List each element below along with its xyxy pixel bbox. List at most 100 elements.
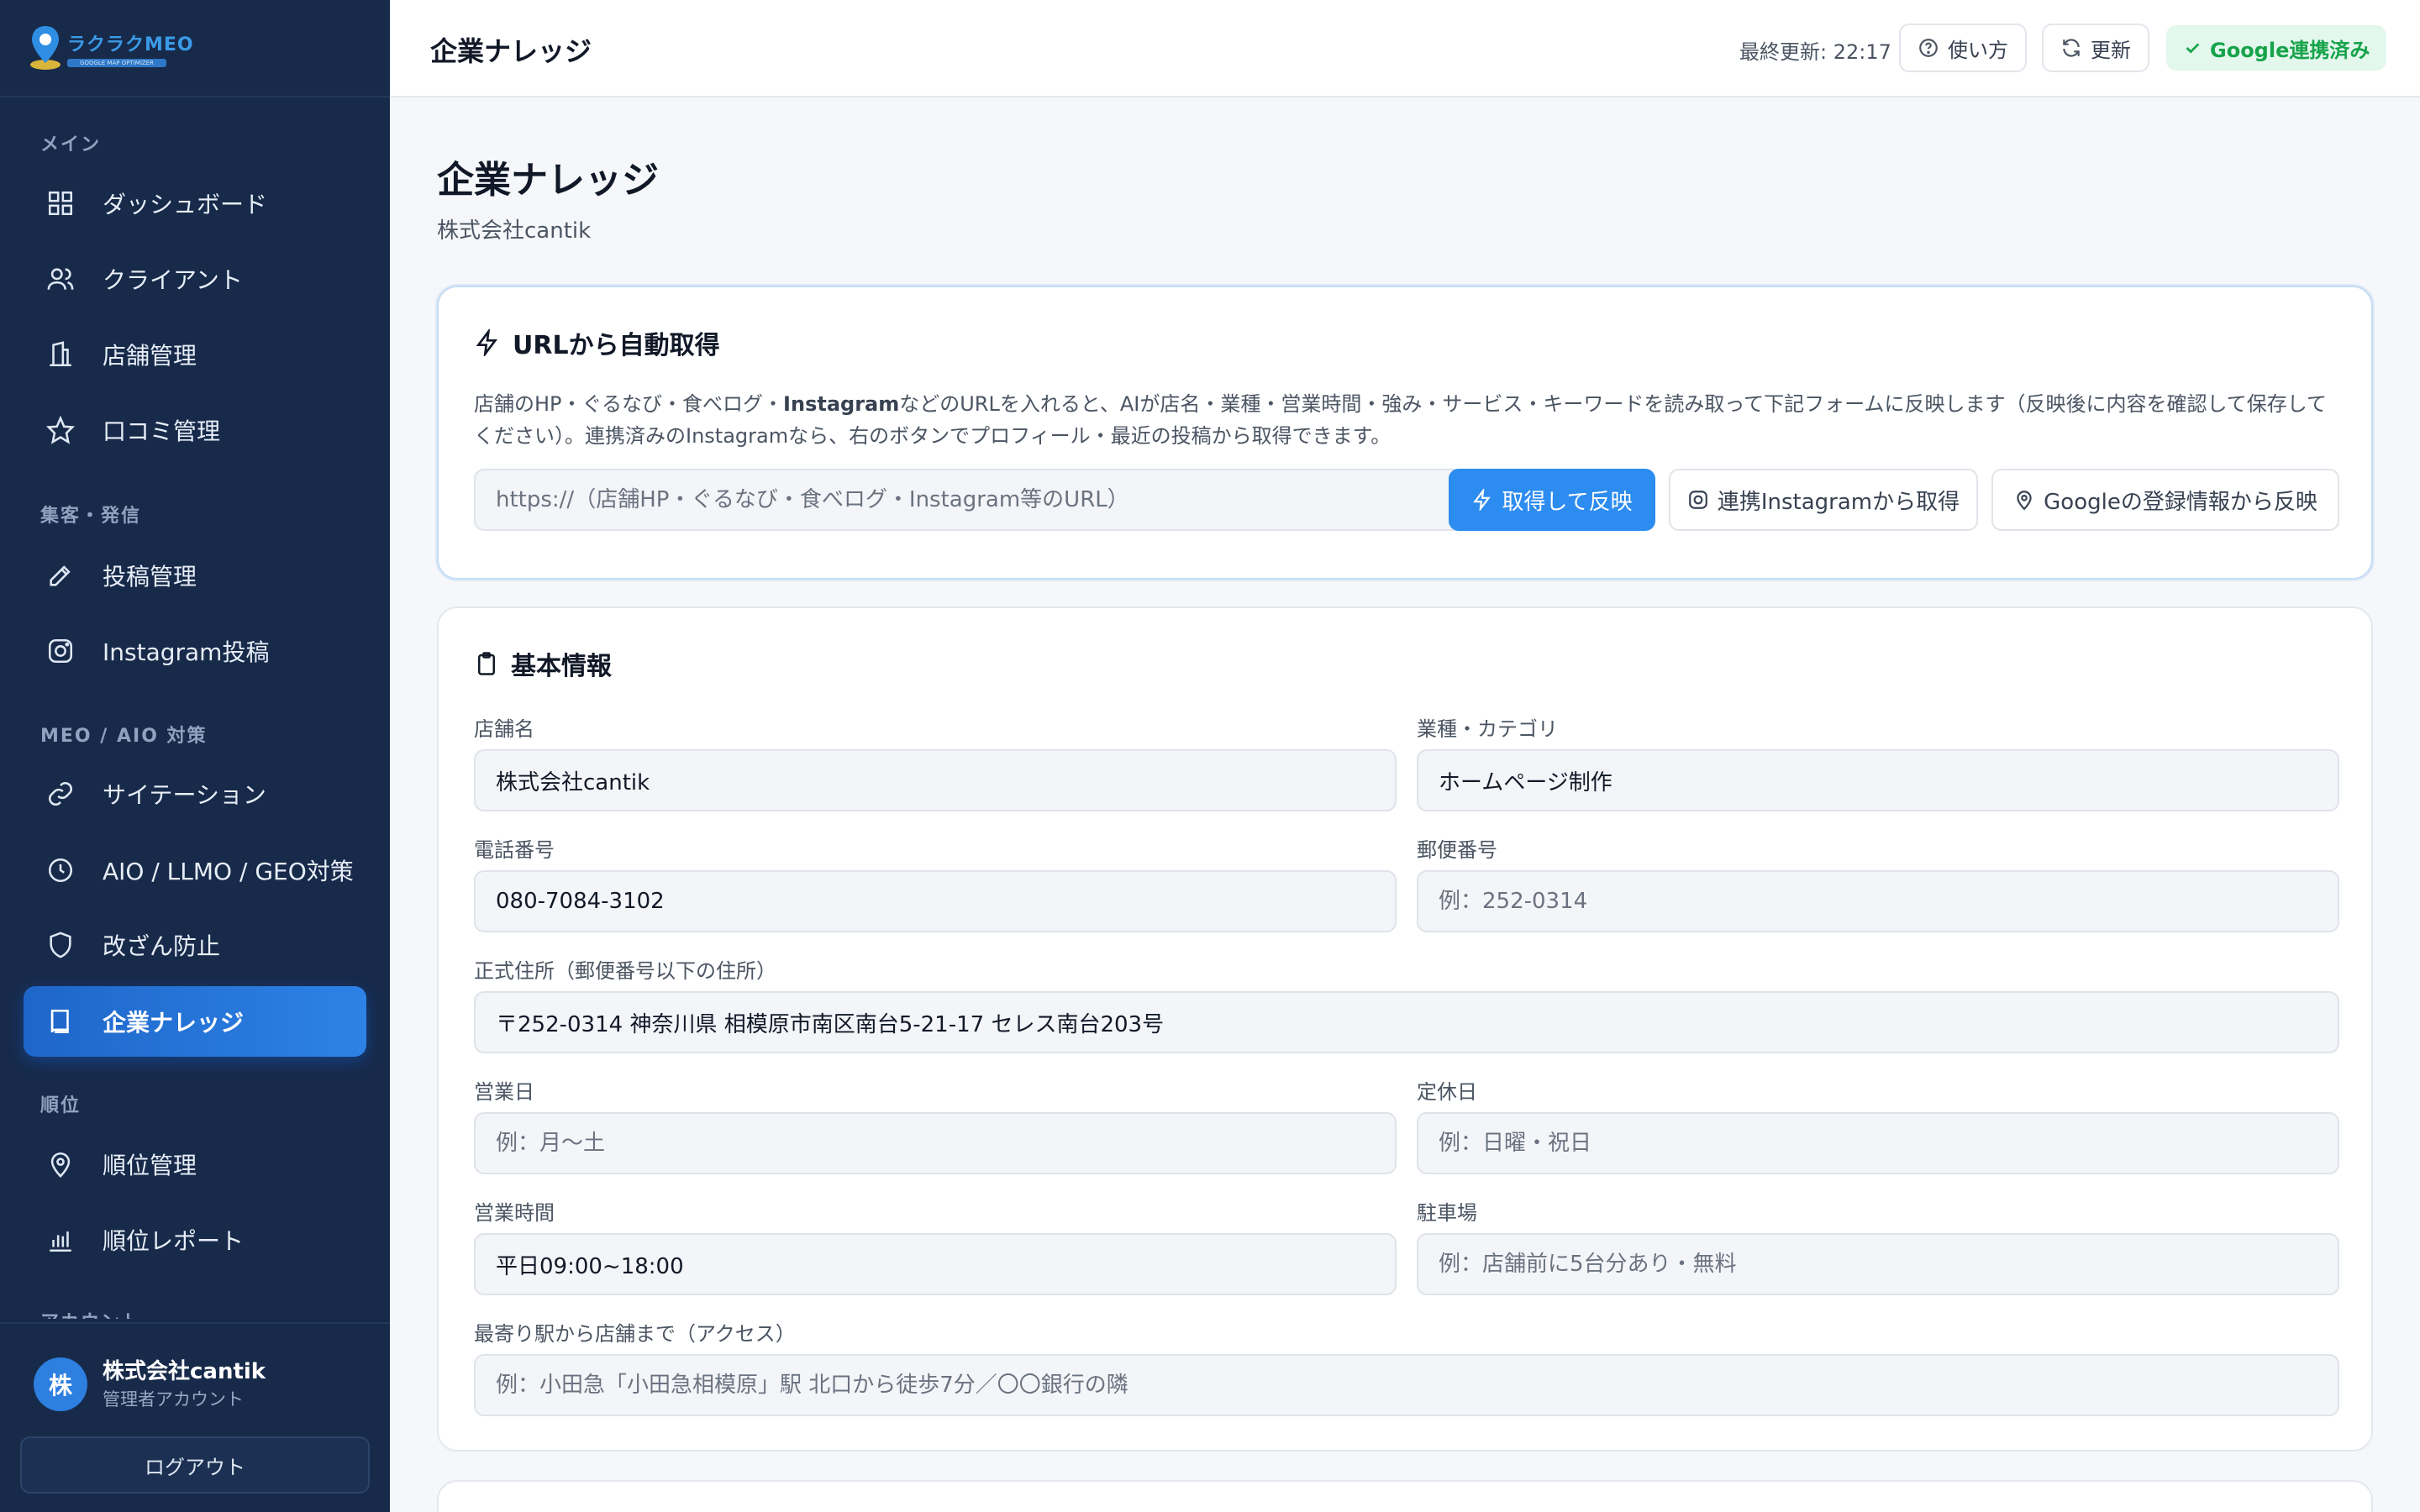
basic-info-title: 基本情報 xyxy=(474,645,612,682)
sidebar-item-label: クライアント xyxy=(103,266,243,294)
url-input[interactable] xyxy=(474,469,1469,531)
sidebar-item-rank-report[interactable]: 順位レポート xyxy=(24,1205,366,1275)
sidebar-item-rank-management[interactable]: 順位管理 xyxy=(24,1129,366,1200)
nav-section-meo: MEO / AIO 対策 xyxy=(40,726,208,747)
phone-label: 電話番号 xyxy=(474,838,555,862)
closed-days-input[interactable] xyxy=(1417,1112,2339,1174)
header-title: 企業ナレッジ xyxy=(430,35,592,67)
basic-info-card: 基本情報 店舗名 業種・カテゴリ 電話番号 郵便番号 正式住所（郵便番号以下の住… xyxy=(437,606,2373,1452)
refresh-button[interactable]: 更新 xyxy=(2042,24,2149,72)
category-input[interactable] xyxy=(1417,749,2339,811)
sidebar-item-label: 改ざん防止 xyxy=(103,932,221,960)
sidebar-item-label: Instagram投稿 xyxy=(103,638,270,666)
page-subtitle: 株式会社cantik xyxy=(437,218,592,244)
brand-logo[interactable]: ラクラクMEO GOOGLE MAP OPTIMIZER xyxy=(0,0,390,97)
shield-icon xyxy=(44,928,77,962)
last-updated: 最終更新: 22:17 xyxy=(1739,40,1891,64)
sidebar-item-label: AIO / LLMO / GEO対策 xyxy=(103,858,354,885)
fetch-apply-button[interactable]: 取得して反映 xyxy=(1449,469,1655,531)
sidebar-item-aio[interactable]: AIO / LLMO / GEO対策 xyxy=(24,835,366,906)
instagram-icon xyxy=(44,634,77,668)
sidebar-item-citation[interactable]: サイテーション xyxy=(24,759,366,829)
logout-button[interactable]: ログアウト xyxy=(20,1436,370,1494)
page-title: 企業ナレッジ xyxy=(437,159,659,202)
category-label: 業種・カテゴリ xyxy=(1417,717,1558,741)
google-fetch-button[interactable]: Googleの登録情報から反映 xyxy=(1991,469,2339,531)
address-input[interactable] xyxy=(474,991,2339,1053)
phone-input[interactable] xyxy=(474,870,1397,932)
help-circle-icon xyxy=(1919,39,1938,57)
star-icon xyxy=(44,413,77,447)
desc-part: 店舗のHP・ぐるなび・食べログ・ xyxy=(474,392,784,416)
user-role: 管理者アカウント xyxy=(103,1389,244,1410)
nav-section-account: アカウント xyxy=(40,1307,141,1319)
google-fetch-label: Googleの登録情報から反映 xyxy=(2044,489,2317,515)
fetch-apply-label: 取得して反映 xyxy=(1502,489,1633,515)
next-section-card xyxy=(437,1480,2373,1512)
lightning-icon xyxy=(476,329,497,356)
parking-label: 駐車場 xyxy=(1417,1201,1477,1225)
sidebar-item-label: 店舗管理 xyxy=(103,342,197,370)
open-days-input[interactable] xyxy=(474,1112,1397,1174)
sidebar-item-label: 順位管理 xyxy=(103,1152,197,1179)
sidebar-item-reviews[interactable]: 口コミ管理 xyxy=(24,395,366,465)
sidebar-item-instagram[interactable]: Instagram投稿 xyxy=(24,616,366,686)
user-name: 株式会社cantik xyxy=(103,1359,266,1384)
parking-input[interactable] xyxy=(1417,1233,2339,1295)
closed-days-label: 定休日 xyxy=(1417,1080,1477,1104)
sidebar-item-label: 投稿管理 xyxy=(103,563,197,591)
desc-bold: Instagram xyxy=(783,392,900,416)
auto-fetch-description: 店舗のHP・ぐるなび・食べログ・InstagramなどのURLを入れると、AIが… xyxy=(474,388,2339,452)
users-icon xyxy=(44,262,77,296)
sidebar-item-label: ダッシュボード xyxy=(103,191,268,218)
auto-fetch-card: URLから自動取得 店舗のHP・ぐるなび・食べログ・InstagramなどのUR… xyxy=(437,286,2373,580)
google-connected-badge: Google連携済み xyxy=(2166,25,2387,71)
refresh-label: 更新 xyxy=(2091,38,2131,62)
help-button[interactable]: 使い方 xyxy=(1899,24,2027,72)
lightning-icon xyxy=(1473,489,1491,511)
address-label: 正式住所（郵便番号以下の住所） xyxy=(474,959,776,983)
grid-icon xyxy=(44,186,77,220)
location-pin-icon xyxy=(44,1147,77,1181)
nav-section-rank: 順位 xyxy=(40,1095,82,1116)
hours-label: 営業時間 xyxy=(474,1201,555,1225)
brand-tagline: GOOGLE MAP OPTIMIZER xyxy=(67,58,166,67)
access-input[interactable] xyxy=(474,1354,2339,1416)
location-pin-icon xyxy=(2017,491,2032,511)
clipboard-icon xyxy=(478,652,495,675)
sidebar-item-clients[interactable]: クライアント xyxy=(24,244,366,314)
help-label: 使い方 xyxy=(1948,38,2008,62)
avatar: 株 xyxy=(34,1357,87,1411)
hours-input[interactable] xyxy=(474,1233,1397,1295)
sidebar-item-label: 口コミ管理 xyxy=(103,417,221,445)
sidebar: ラクラクMEO GOOGLE MAP OPTIMIZER メイン ダッシュボード… xyxy=(0,0,390,1512)
google-connected-label: Google連携済み xyxy=(2210,38,2370,62)
brand-name: ラクラクMEO xyxy=(67,34,194,55)
clock-icon xyxy=(44,853,77,887)
sidebar-item-stores[interactable]: 店舗管理 xyxy=(24,319,366,390)
store-name-label: 店舗名 xyxy=(474,717,534,741)
book-icon xyxy=(44,1005,77,1038)
sidebar-item-knowledge[interactable]: 企業ナレッジ xyxy=(24,986,366,1057)
sidebar-item-posts[interactable]: 投稿管理 xyxy=(24,540,366,611)
auto-fetch-title-text: URLから自動取得 xyxy=(513,331,720,360)
open-days-label: 営業日 xyxy=(474,1080,534,1104)
sidebar-item-label: 企業ナレッジ xyxy=(103,1009,245,1037)
user-panel: 株 株式会社cantik 管理者アカウント ログアウト xyxy=(0,1322,390,1512)
check-icon xyxy=(2186,43,2200,54)
store-name-input[interactable] xyxy=(474,749,1397,811)
sidebar-item-label: サイテーション xyxy=(103,781,266,809)
instagram-fetch-button[interactable]: 連携Instagramから取得 xyxy=(1669,469,1978,531)
refresh-icon xyxy=(2063,39,2080,57)
nav-section-attract: 集客・発信 xyxy=(40,506,142,527)
building-icon xyxy=(44,338,77,371)
top-bar: 企業ナレッジ 最終更新: 22:17 使い方 更新 Google連携済み xyxy=(390,0,2420,97)
sidebar-item-dashboard[interactable]: ダッシュボード xyxy=(24,168,366,239)
instagram-fetch-label: 連携Instagramから取得 xyxy=(1717,489,1960,515)
sidebar-item-tamper[interactable]: 改ざん防止 xyxy=(24,910,366,980)
instagram-icon xyxy=(1689,491,1707,509)
basic-info-title-text: 基本情報 xyxy=(511,652,612,681)
postal-label: 郵便番号 xyxy=(1417,838,1497,862)
postal-input[interactable] xyxy=(1417,870,2339,932)
bar-chart-icon xyxy=(44,1223,77,1257)
